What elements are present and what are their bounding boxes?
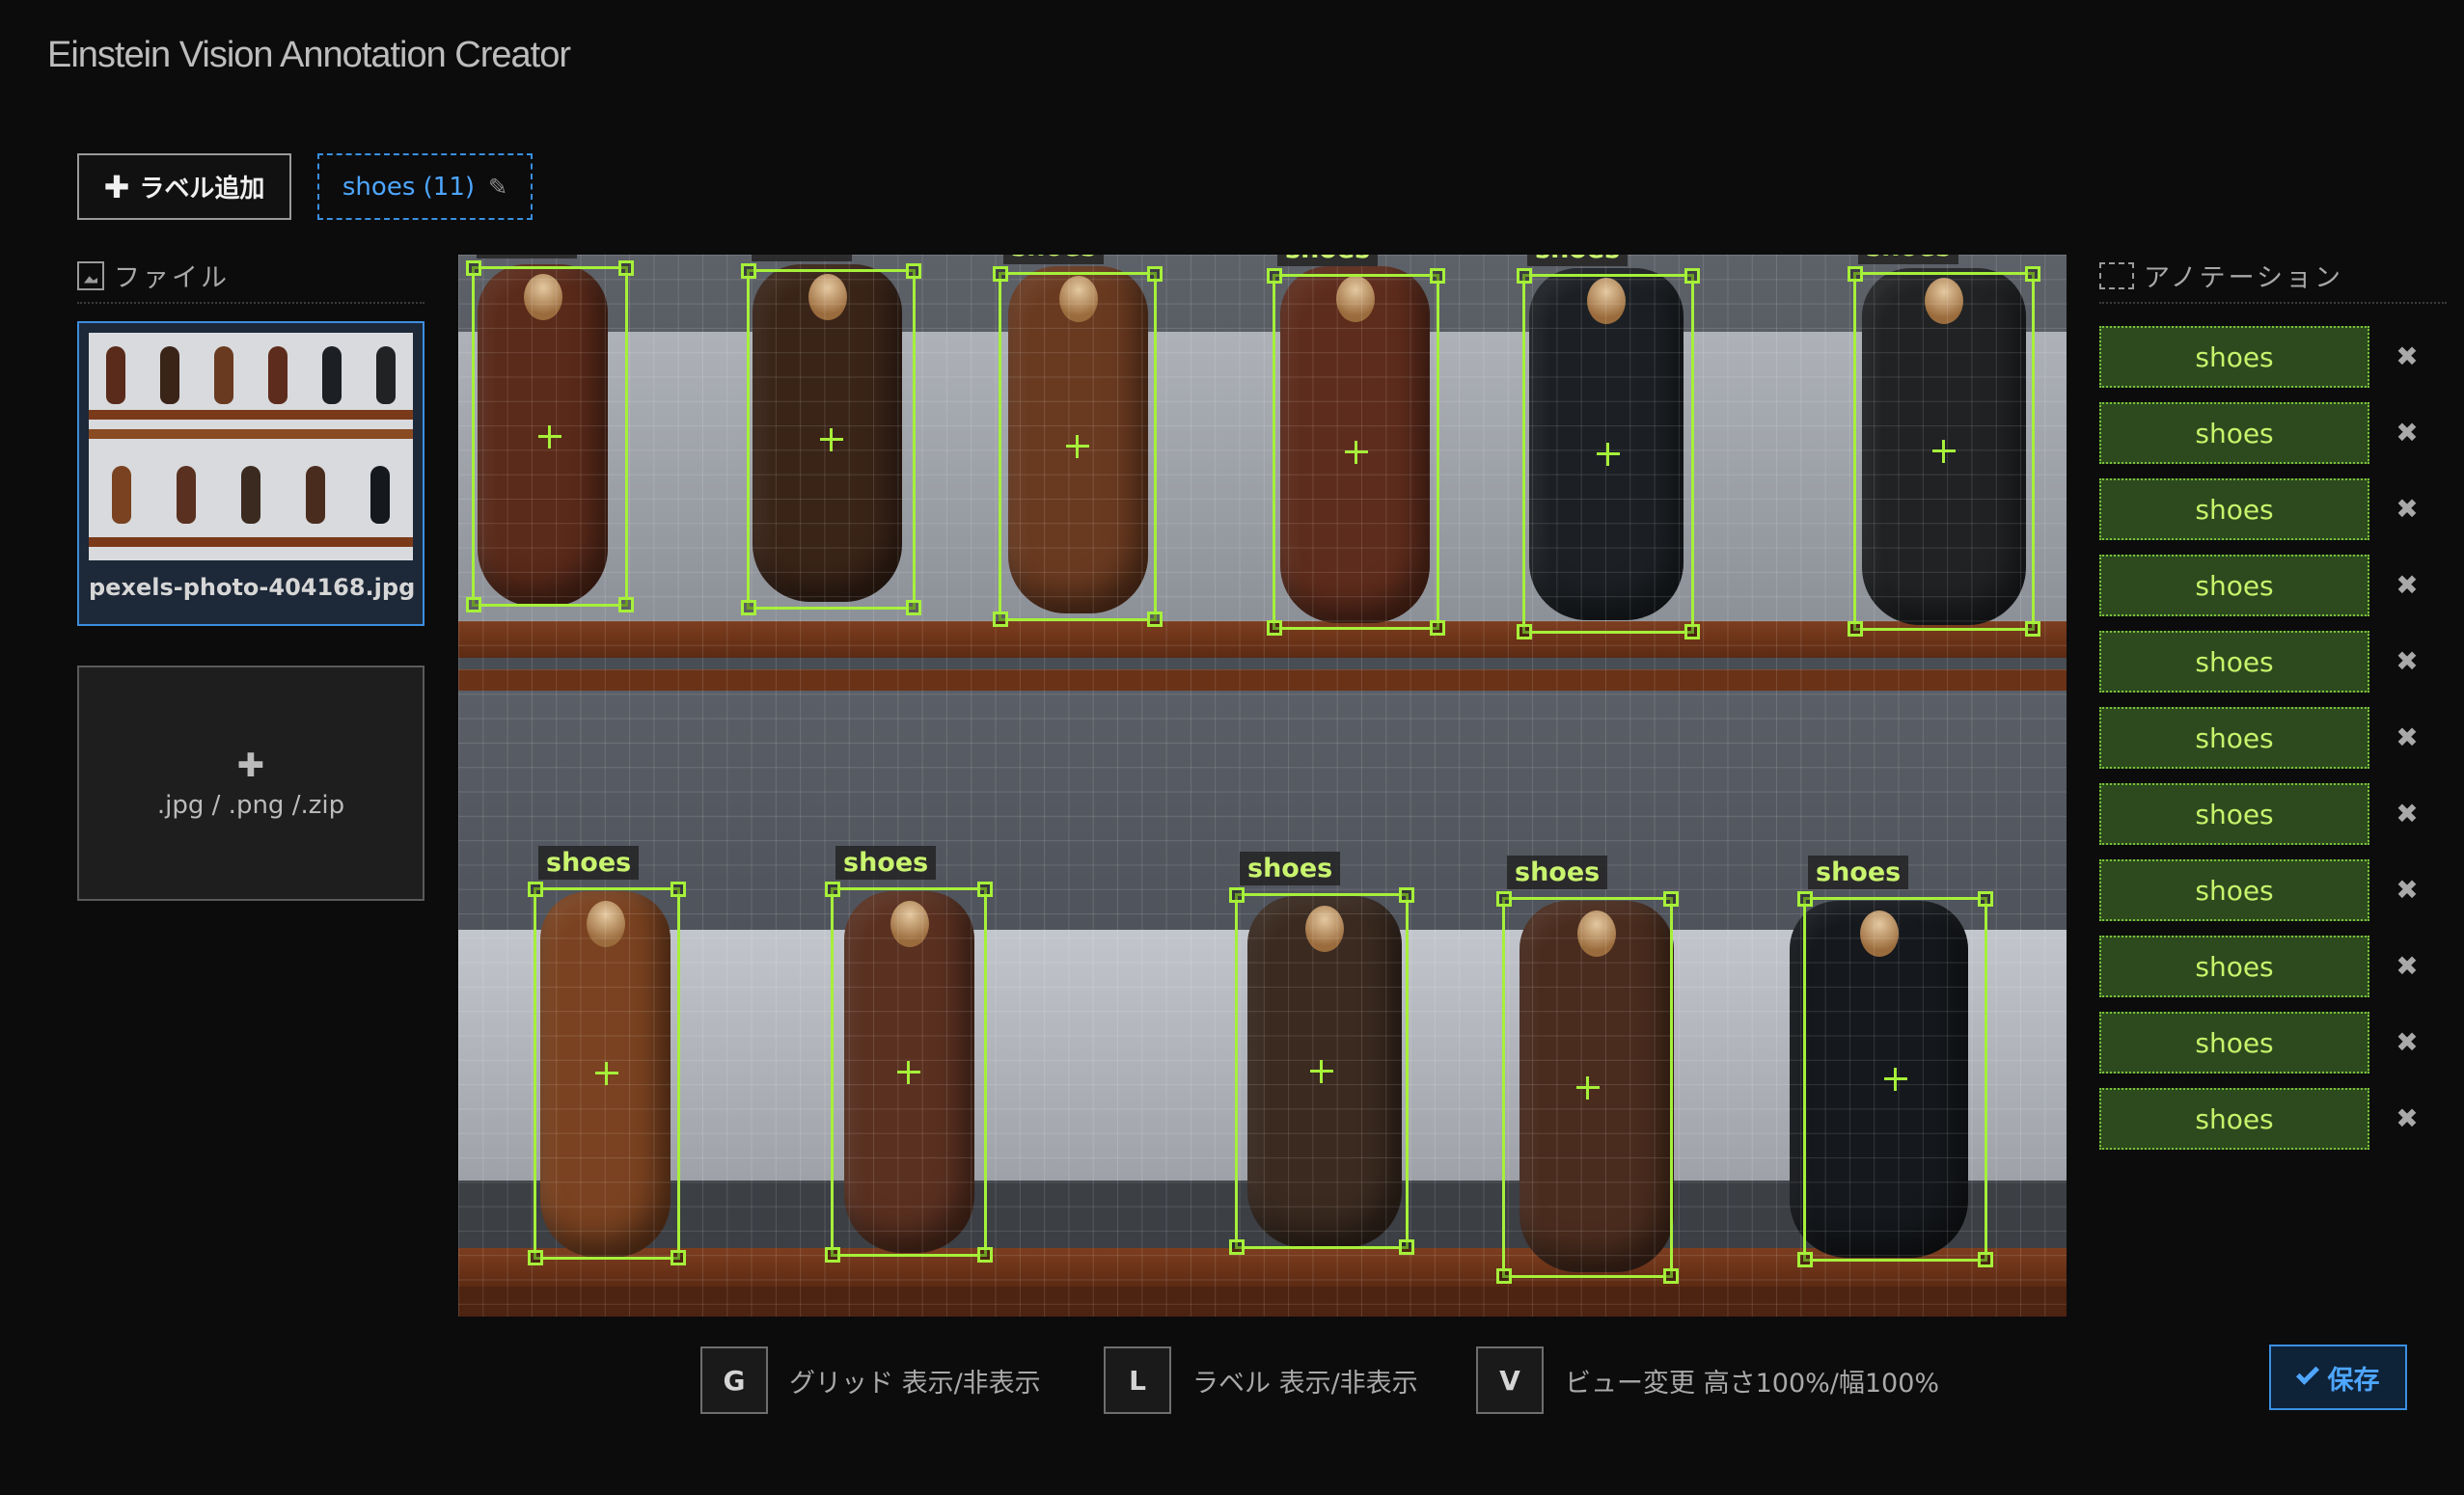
- move-handle-icon[interactable]: [1883, 1068, 1907, 1091]
- box-label: shoes: [1858, 255, 1959, 264]
- annotation-item: shoes ✖: [2099, 478, 2464, 540]
- annotation-tag[interactable]: shoes: [2099, 555, 2369, 616]
- move-handle-icon[interactable]: [1344, 440, 1368, 464]
- label-chip-text: shoes (11): [342, 172, 475, 202]
- annotation-tag[interactable]: shoes: [2099, 1088, 2369, 1150]
- bounding-box[interactable]: shoes: [1496, 856, 1679, 1284]
- annotation-tag[interactable]: shoes: [2099, 707, 2369, 769]
- image-file-icon: [77, 260, 104, 290]
- add-label-text: ラベル追加: [139, 175, 265, 204]
- bounding-box[interactable]: shoes: [1848, 255, 2040, 637]
- bounding-box[interactable]: shoes: [528, 846, 686, 1265]
- move-handle-icon[interactable]: [1310, 1059, 1333, 1083]
- annotation-tag[interactable]: shoes: [2099, 326, 2369, 388]
- save-label: 保存: [2327, 1365, 2380, 1396]
- upload-hint: .jpg / .png /.zip: [156, 791, 345, 820]
- delete-icon[interactable]: ✖: [2391, 720, 2423, 753]
- move-handle-icon[interactable]: [595, 1062, 618, 1085]
- bounding-box[interactable]: shoes: [1517, 255, 1700, 639]
- box-label: shoes: [1240, 852, 1341, 885]
- shortcut-desc: ラベル 表示/非表示: [1192, 1368, 1418, 1399]
- annotation-tag[interactable]: shoes: [2099, 783, 2369, 845]
- save-button[interactable]: 保存: [2269, 1345, 2407, 1410]
- annotation-tag[interactable]: shoes: [2099, 936, 2369, 997]
- shortcut-view: V ビュー変更 高さ100%/幅100%: [1476, 1346, 1939, 1414]
- annotation-item: shoes ✖: [2099, 402, 2464, 464]
- annotation-item: shoes ✖: [2099, 936, 2464, 997]
- delete-icon[interactable]: ✖: [2391, 340, 2423, 372]
- plus-icon: ✚: [103, 168, 130, 205]
- key-label-toggle[interactable]: L: [1104, 1346, 1171, 1414]
- move-handle-icon[interactable]: [538, 424, 561, 448]
- move-handle-icon[interactable]: [819, 427, 843, 451]
- plus-icon: ✚: [236, 747, 265, 785]
- delete-icon[interactable]: ✖: [2391, 492, 2423, 525]
- move-handle-icon[interactable]: [1597, 442, 1620, 466]
- delete-icon[interactable]: ✖: [2391, 568, 2423, 601]
- delete-icon[interactable]: ✖: [2391, 644, 2423, 677]
- box-label: shoes: [538, 846, 640, 880]
- delete-icon[interactable]: ✖: [2391, 1101, 2423, 1134]
- box-label: shoes: [1527, 255, 1629, 266]
- bounding-box[interactable]: shoes: [1797, 856, 1993, 1267]
- upload-dropzone[interactable]: ✚ .jpg / .png /.zip: [77, 666, 424, 901]
- annotation-item: shoes ✖: [2099, 555, 2464, 616]
- annotation-tag[interactable]: shoes: [2099, 478, 2369, 540]
- shortcut-grid: G グリッド 表示/非表示: [700, 1346, 1041, 1414]
- annotation-item: shoes ✖: [2099, 631, 2464, 693]
- key-grid-toggle[interactable]: G: [700, 1346, 768, 1414]
- box-label: shoes: [1277, 255, 1379, 266]
- check-icon: [2295, 1361, 2319, 1385]
- box-label: shoes: [1507, 856, 1608, 889]
- shortcut-desc: ビュー変更 高さ100%/幅100%: [1565, 1368, 1940, 1399]
- annotation-tag[interactable]: shoes: [2099, 631, 2369, 693]
- annotation-item: shoes ✖: [2099, 1088, 2464, 1150]
- move-handle-icon[interactable]: [897, 1060, 920, 1084]
- file-item[interactable]: pexels-photo-404168.jpg: [77, 321, 424, 626]
- annotation-canvas[interactable]: shoes shoes shoes shoes shoes shoes shoe…: [458, 255, 2067, 1317]
- pencil-icon[interactable]: ✎: [488, 174, 507, 201]
- box-label: shoes: [835, 846, 937, 880]
- bounding-box[interactable]: shoes: [993, 255, 1163, 627]
- bounding-box[interactable]: shoes: [466, 255, 634, 612]
- annotation-item: shoes ✖: [2099, 783, 2464, 845]
- add-label-button[interactable]: ✚ ラベル追加: [77, 153, 291, 220]
- annotation-tag[interactable]: shoes: [2099, 1012, 2369, 1074]
- box-label: shoes: [752, 255, 853, 261]
- delete-icon[interactable]: ✖: [2391, 949, 2423, 982]
- move-handle-icon[interactable]: [1932, 440, 1956, 463]
- annotations-header-label: アノテーション: [2144, 263, 2344, 293]
- bounding-box[interactable]: shoes: [1267, 255, 1445, 636]
- box-label: shoes: [477, 255, 578, 258]
- file-name: pexels-photo-404168.jpg: [89, 574, 416, 601]
- delete-icon[interactable]: ✖: [2391, 1025, 2423, 1058]
- annotation-item: shoes ✖: [2099, 859, 2464, 921]
- label-chip-shoes[interactable]: shoes (11) ✎: [317, 153, 533, 220]
- bounding-box[interactable]: shoes: [825, 846, 993, 1263]
- annotation-tag[interactable]: shoes: [2099, 859, 2369, 921]
- files-header-label: ファイル: [114, 263, 230, 293]
- files-header: ファイル: [77, 257, 424, 304]
- shortcut-label: L ラベル 表示/非表示: [1104, 1346, 1418, 1414]
- app-title: Einstein Vision Annotation Creator: [47, 35, 571, 75]
- key-view-toggle[interactable]: V: [1476, 1346, 1544, 1414]
- shortcut-desc: グリッド 表示/非表示: [789, 1368, 1041, 1399]
- annotation-item: shoes ✖: [2099, 707, 2464, 769]
- annotation-item: shoes ✖: [2099, 1012, 2464, 1074]
- annotations-header: アノテーション: [2099, 257, 2447, 304]
- move-handle-icon[interactable]: [1575, 1075, 1600, 1100]
- bounding-box[interactable]: shoes: [741, 255, 921, 615]
- delete-icon[interactable]: ✖: [2391, 797, 2423, 829]
- box-label: shoes: [1808, 856, 1909, 889]
- move-handle-icon[interactable]: [1066, 435, 1089, 458]
- annotation-item: shoes ✖: [2099, 326, 2464, 388]
- annotation-tag[interactable]: shoes: [2099, 402, 2369, 464]
- delete-icon[interactable]: ✖: [2391, 416, 2423, 448]
- delete-icon[interactable]: ✖: [2391, 873, 2423, 906]
- file-thumbnail: [89, 333, 413, 560]
- box-label: shoes: [1003, 255, 1105, 264]
- bounding-box[interactable]: shoes: [1229, 852, 1414, 1255]
- bounding-box-icon: [2099, 261, 2134, 289]
